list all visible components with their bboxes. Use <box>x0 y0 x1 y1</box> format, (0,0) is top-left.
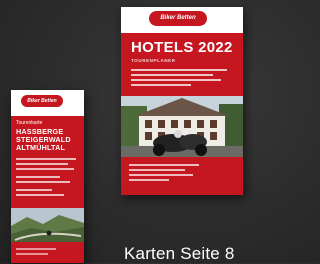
text-line <box>131 84 191 86</box>
text-line <box>131 74 213 76</box>
biker-betten-logo: Biker Betten <box>21 95 63 107</box>
region-line: ALTMÜHLTAL <box>16 143 66 152</box>
text-line <box>16 253 48 255</box>
text-line <box>16 163 68 165</box>
brochure-kicker: Tourenkarte <box>16 120 43 126</box>
text-line <box>129 164 199 166</box>
text-line <box>16 168 74 170</box>
text-line <box>129 174 193 176</box>
text-line <box>16 248 56 250</box>
text-line <box>16 194 64 196</box>
hotel-photo <box>121 96 243 157</box>
tourenkarte-brochure[interactable]: Biker Betten Tourenkarte HASSBERGE STEIG… <box>11 90 84 263</box>
text-line <box>16 181 70 183</box>
text-line <box>16 176 60 178</box>
text-line <box>129 169 185 171</box>
brochure-subtitle: TOURENPLANER <box>131 58 176 63</box>
text-line <box>131 79 221 81</box>
hotels-2022-brochure[interactable]: Biker Betten HOTELS 2022 TOURENPLANER <box>121 7 243 195</box>
text-line <box>131 69 227 71</box>
brochure-red-footer <box>121 157 243 195</box>
text-line <box>129 179 169 181</box>
brochure-title: HOTELS 2022 <box>131 39 233 56</box>
text-line <box>16 158 76 160</box>
landscape-photo <box>11 208 84 242</box>
text-line <box>16 189 52 191</box>
caption-text[interactable]: Karten Seite 8 <box>124 244 235 264</box>
biker-betten-logo: Biker Betten <box>149 11 207 26</box>
